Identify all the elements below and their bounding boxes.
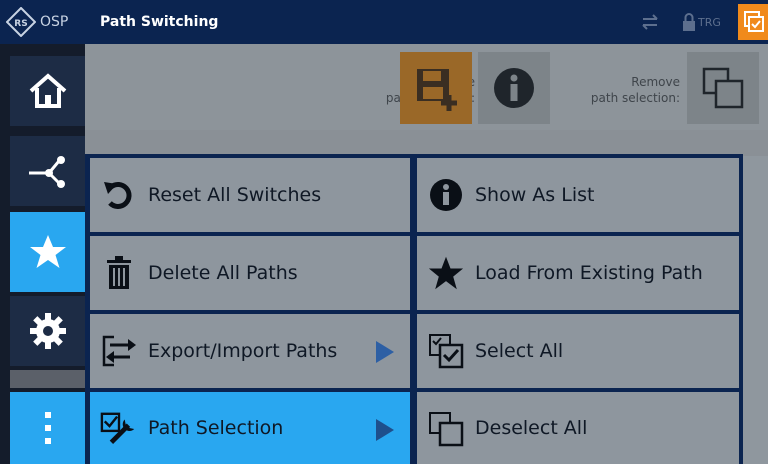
select-all-icon <box>429 334 464 369</box>
deselect-all-item[interactable]: Deselect All <box>417 392 739 464</box>
star-icon <box>428 256 464 290</box>
home-icon <box>29 73 66 108</box>
nav-more-button[interactable] <box>10 392 85 464</box>
path-selection-label: Path Selection <box>148 417 284 439</box>
title-bar: RS OSP Path Switching TRG <box>0 0 768 44</box>
tools-check-icon <box>100 412 135 444</box>
deselect-all-label: Deselect All <box>475 417 588 439</box>
reset-all-switches-item[interactable]: Reset All Switches <box>90 158 410 232</box>
remove-label-line2: path selection: <box>590 91 680 105</box>
star-icon <box>29 235 66 268</box>
load-from-existing-path-item[interactable]: Load From Existing Path <box>417 236 739 310</box>
remove-path-selection-label: Remove path selection: <box>550 74 680 106</box>
toolbar-strip <box>85 130 768 156</box>
remove-path-selection-button[interactable] <box>687 52 759 124</box>
copy-check-icon[interactable] <box>738 4 768 40</box>
export-import-paths-label: Export/Import Paths <box>148 340 338 362</box>
delete-all-paths-item[interactable]: Delete All Paths <box>90 236 410 310</box>
window-title: Path Switching <box>100 14 219 30</box>
submenu-arrow-icon <box>376 419 394 441</box>
favorites-menu: Reset All Switches Show As List Delete A… <box>85 154 743 464</box>
info-icon <box>430 179 462 211</box>
path-icon <box>28 156 65 188</box>
select-all-item[interactable]: Select All <box>417 314 739 388</box>
trash-icon <box>107 256 131 289</box>
reset-all-switches-label: Reset All Switches <box>148 184 322 206</box>
lock-icon <box>683 13 695 31</box>
nav-spacer <box>10 370 85 388</box>
nav-settings-button[interactable] <box>10 296 85 366</box>
path-toolbar: Manage path selection: Remove path selec… <box>85 44 768 130</box>
deselect-icon <box>429 412 464 447</box>
save-add-icon <box>417 69 457 111</box>
remove-label-line1: Remove <box>631 75 680 89</box>
info-button[interactable] <box>478 52 550 124</box>
nav-home-button[interactable] <box>10 56 85 126</box>
info-icon <box>494 68 534 108</box>
delete-all-paths-label: Delete All Paths <box>148 262 298 284</box>
gear-icon <box>29 313 66 349</box>
path-selection-item[interactable]: Path Selection <box>90 392 410 464</box>
app-label: OSP <box>40 14 69 30</box>
svg-text:RS: RS <box>14 19 27 29</box>
nav-favorites-button[interactable] <box>10 212 85 292</box>
left-nav <box>0 44 85 464</box>
select-all-label: Select All <box>475 340 564 362</box>
rohde-schwarz-logo-icon: RS <box>6 7 36 37</box>
save-path-selection-button[interactable] <box>400 52 472 124</box>
show-as-list-item[interactable]: Show As List <box>417 158 739 232</box>
deselect-icon <box>702 67 744 109</box>
nav-path-button[interactable] <box>10 136 85 206</box>
trigger-label: TRG <box>698 16 721 29</box>
show-as-list-label: Show As List <box>475 184 595 206</box>
export-import-icon <box>102 335 136 367</box>
more-vertical-icon <box>44 412 51 444</box>
reset-icon <box>104 181 132 209</box>
sync-icon <box>642 14 658 30</box>
export-import-paths-item[interactable]: Export/Import Paths <box>90 314 410 388</box>
load-from-existing-path-label: Load From Existing Path <box>475 262 703 284</box>
submenu-arrow-icon <box>376 341 394 363</box>
